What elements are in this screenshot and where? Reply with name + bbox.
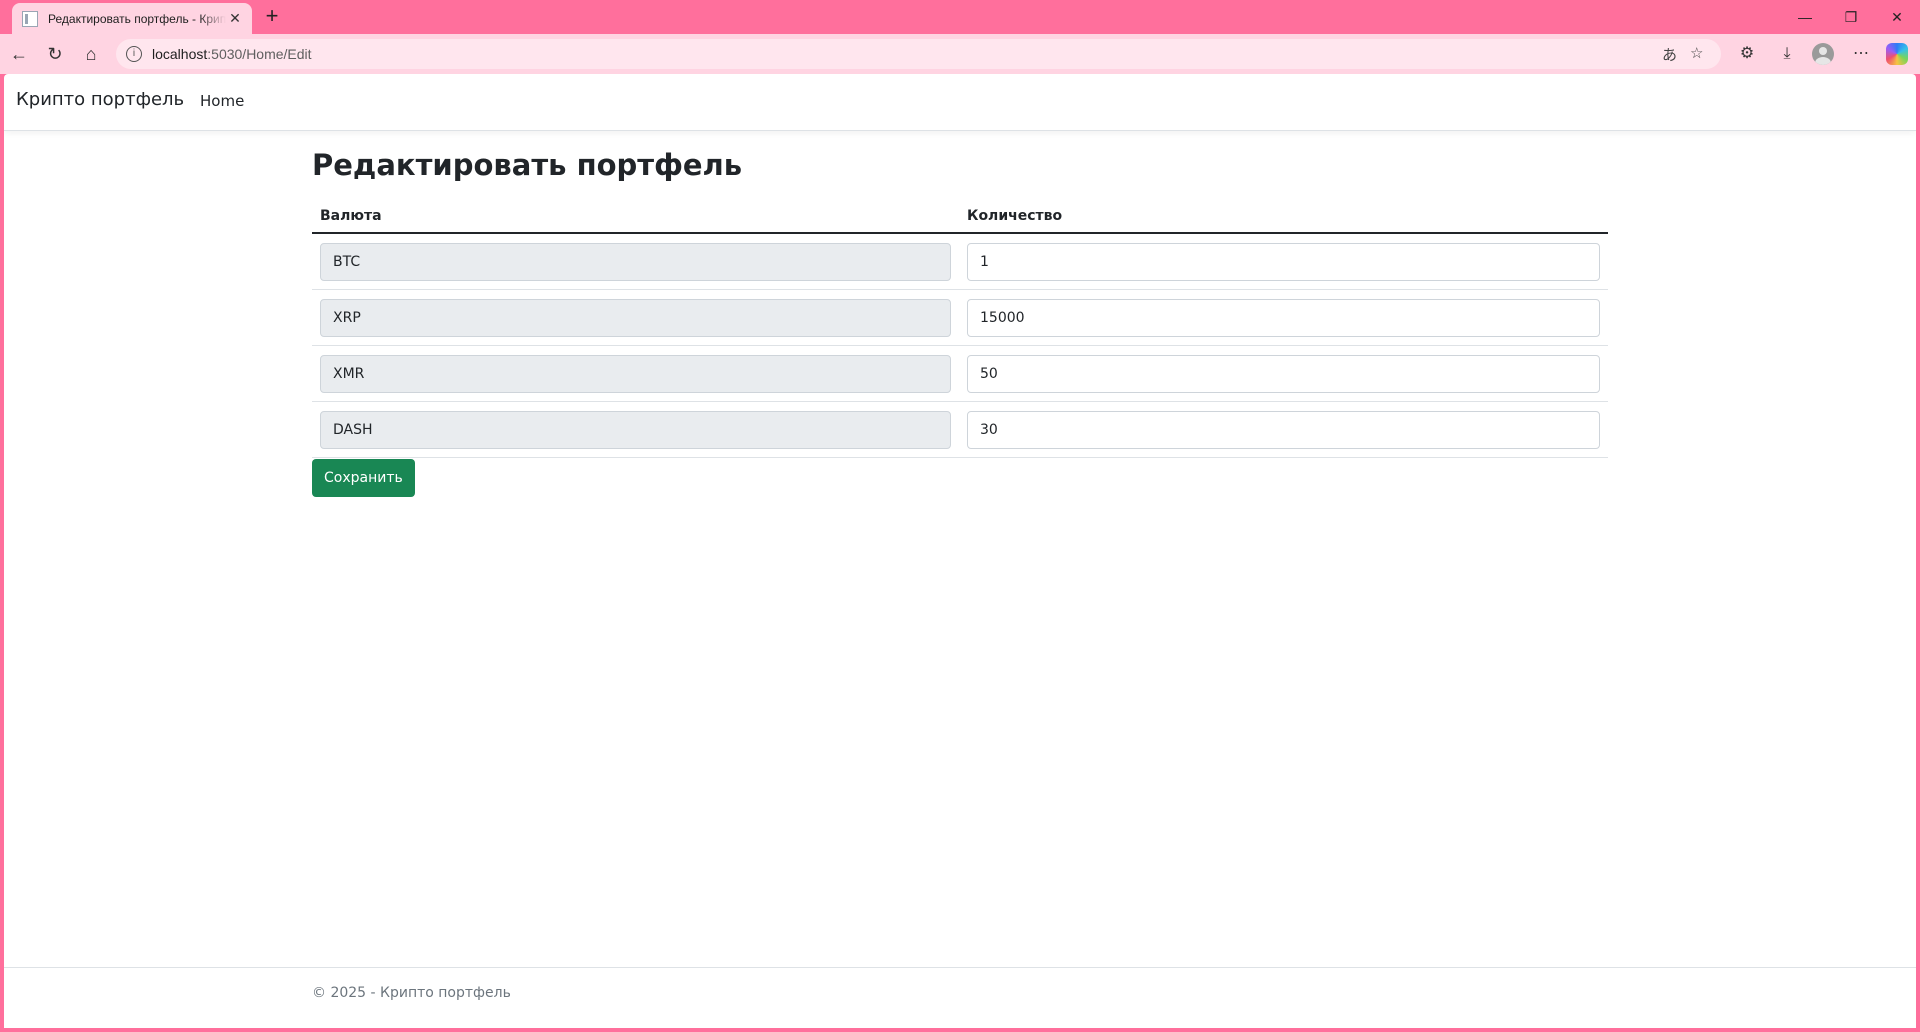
table-row bbox=[312, 345, 1608, 402]
downloads-icon[interactable]: ⤓ bbox=[1772, 40, 1802, 68]
minimize-icon[interactable]: — bbox=[1782, 0, 1828, 34]
address-bar[interactable]: i localhost:5030/Home/Edit あ ☆ bbox=[116, 39, 1721, 69]
tab-close-icon[interactable]: ✕ bbox=[226, 10, 244, 27]
favorite-star-icon[interactable]: ☆ bbox=[1690, 44, 1703, 62]
footer-text: © 2025 - Крипто портфель bbox=[312, 985, 511, 1001]
table-row bbox=[312, 233, 1608, 290]
home-icon[interactable]: ⌂ bbox=[76, 40, 106, 68]
table-row bbox=[312, 289, 1608, 346]
reload-icon[interactable]: ↻ bbox=[40, 40, 70, 68]
navbar-brand[interactable]: Крипто портфель bbox=[16, 89, 184, 110]
amount-input[interactable] bbox=[967, 354, 1600, 393]
browser-tab[interactable]: Редактировать портфель - Крипто портфель… bbox=[12, 3, 252, 34]
save-button[interactable]: Сохранить bbox=[312, 459, 415, 497]
currency-field bbox=[320, 242, 951, 281]
page-favicon-icon bbox=[22, 10, 38, 27]
currency-field bbox=[320, 354, 951, 393]
amount-input[interactable] bbox=[967, 410, 1600, 449]
restore-icon[interactable]: ❐ bbox=[1828, 0, 1874, 34]
site-info-icon[interactable]: i bbox=[126, 46, 142, 62]
browser-toolbar: ← ↻ ⌂ i localhost:5030/Home/Edit あ ☆ bbox=[0, 34, 1920, 74]
portfolio-table: Валюта Количество bbox=[312, 200, 1608, 458]
window-close-icon[interactable]: ✕ bbox=[1874, 0, 1920, 34]
page-title: Редактировать портфель bbox=[312, 148, 743, 182]
extensions-icon[interactable]: ⚙ bbox=[1732, 40, 1762, 68]
column-header-currency: Валюта bbox=[312, 200, 959, 234]
translate-icon[interactable]: あ bbox=[1662, 44, 1677, 65]
column-header-amount: Количество bbox=[959, 200, 1608, 234]
more-menu-icon[interactable]: ⋯ bbox=[1846, 40, 1876, 68]
url-text: localhost:5030/Home/Edit bbox=[152, 46, 312, 62]
tab-title: Редактировать портфель - Крипто портфель bbox=[48, 11, 226, 26]
site-footer: © 2025 - Крипто портфель bbox=[4, 967, 1916, 1028]
nav-link-home[interactable]: Home bbox=[200, 92, 244, 110]
back-icon[interactable]: ← bbox=[4, 40, 34, 68]
site-navbar: Крипто портфель Home bbox=[4, 74, 1916, 131]
currency-field bbox=[320, 410, 951, 449]
amount-input[interactable] bbox=[967, 298, 1600, 337]
copilot-icon[interactable] bbox=[1886, 43, 1908, 65]
tab-strip: Редактировать портфель - Крипто портфель… bbox=[0, 0, 1920, 34]
new-tab-icon[interactable]: + bbox=[258, 3, 286, 31]
page-viewport: Крипто портфель Home Редактировать портф… bbox=[4, 74, 1916, 1028]
table-row bbox=[312, 401, 1608, 458]
profile-avatar-icon[interactable] bbox=[1812, 43, 1834, 65]
currency-field bbox=[320, 298, 951, 337]
amount-input[interactable] bbox=[967, 242, 1600, 281]
